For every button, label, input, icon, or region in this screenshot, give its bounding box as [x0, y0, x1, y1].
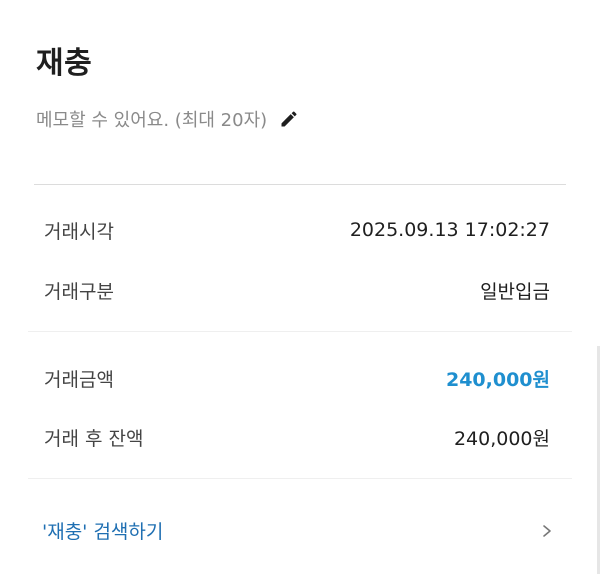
transaction-amount-row: 거래금액 240,000원	[44, 361, 550, 395]
search-keyword-label: '재충' 검색하기	[42, 520, 164, 543]
page-title: 재충	[36, 46, 93, 81]
header-divider	[34, 184, 566, 185]
transaction-type-value: 일반입금	[480, 280, 550, 303]
balance-after-row: 거래 후 잔액 240,000원	[44, 420, 550, 454]
section-divider	[28, 331, 572, 332]
transaction-amount-value: 240,000원	[445, 368, 550, 391]
memo-placeholder: 메모할 수 있어요. (최대 20자)	[36, 110, 268, 131]
chevron-right-icon	[540, 523, 554, 537]
pencil-icon[interactable]	[279, 109, 299, 129]
transaction-time-label: 거래시각	[44, 220, 114, 243]
balance-after-value: 240,000원	[453, 427, 550, 450]
transaction-amount-label: 거래금액	[44, 368, 114, 391]
transaction-time-row: 거래시각 2025.09.13 17:02:27	[44, 213, 550, 247]
balance-after-label: 거래 후 잔액	[44, 427, 144, 450]
transaction-time-value: 2025.09.13 17:02:27	[349, 219, 550, 241]
transaction-detail-card: 재충 메모할 수 있어요. (최대 20자) 거래시각 2025.09.13 1…	[0, 0, 600, 574]
memo-edit-button[interactable]: 메모할 수 있어요. (최대 20자)	[36, 104, 299, 134]
section-divider	[28, 478, 572, 479]
search-keyword-link[interactable]: '재충' 검색하기	[42, 512, 554, 548]
transaction-type-label: 거래구분	[44, 280, 114, 303]
transaction-type-row: 거래구분 일반입금	[44, 273, 550, 307]
